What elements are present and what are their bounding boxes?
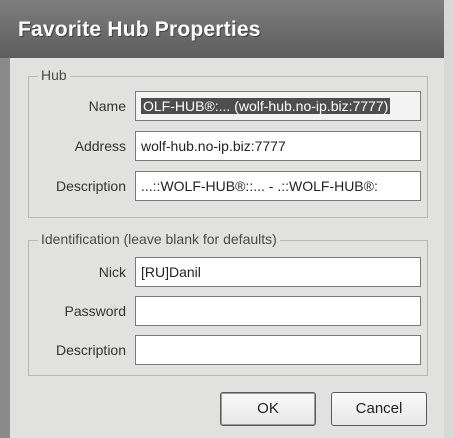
favorite-hub-properties-dialog: Favorite Hub Properties Hub Name OLF-HUB…: [0, 0, 454, 438]
hub-description-field[interactable]: ...::WOLF-HUB®::... - .::WOLF-HUB®:: [135, 171, 421, 201]
hub-group-legend: Hub: [38, 67, 70, 83]
dialog-body: Hub Name OLF-HUB®:... (wolf-hub.no-ip.bi…: [10, 58, 444, 438]
identification-description-field[interactable]: [135, 335, 421, 365]
cancel-button[interactable]: Cancel: [331, 392, 427, 426]
password-field[interactable]: [135, 296, 421, 326]
nick-field[interactable]: [RU]Danil: [135, 257, 421, 287]
ok-button[interactable]: OK: [220, 392, 316, 426]
title-bar[interactable]: Favorite Hub Properties: [0, 0, 444, 58]
identification-group-legend: Identification (leave blank for defaults…: [38, 231, 280, 247]
identification-description-label: Description: [55, 342, 126, 358]
password-label: Password: [64, 303, 126, 319]
hub-address-label: Address: [74, 138, 126, 154]
hub-description-label: Description: [55, 178, 126, 194]
nick-label: Nick: [98, 264, 126, 280]
hub-name-value: OLF-HUB®:... (wolf-hub.no-ip.biz:7777): [141, 98, 391, 114]
hub-address-field[interactable]: wolf-hub.no-ip.biz:7777: [135, 131, 421, 161]
hub-name-field[interactable]: OLF-HUB®:... (wolf-hub.no-ip.biz:7777): [135, 91, 421, 121]
hub-name-label: Name: [88, 98, 126, 114]
window-title: Favorite Hub Properties: [18, 18, 261, 41]
